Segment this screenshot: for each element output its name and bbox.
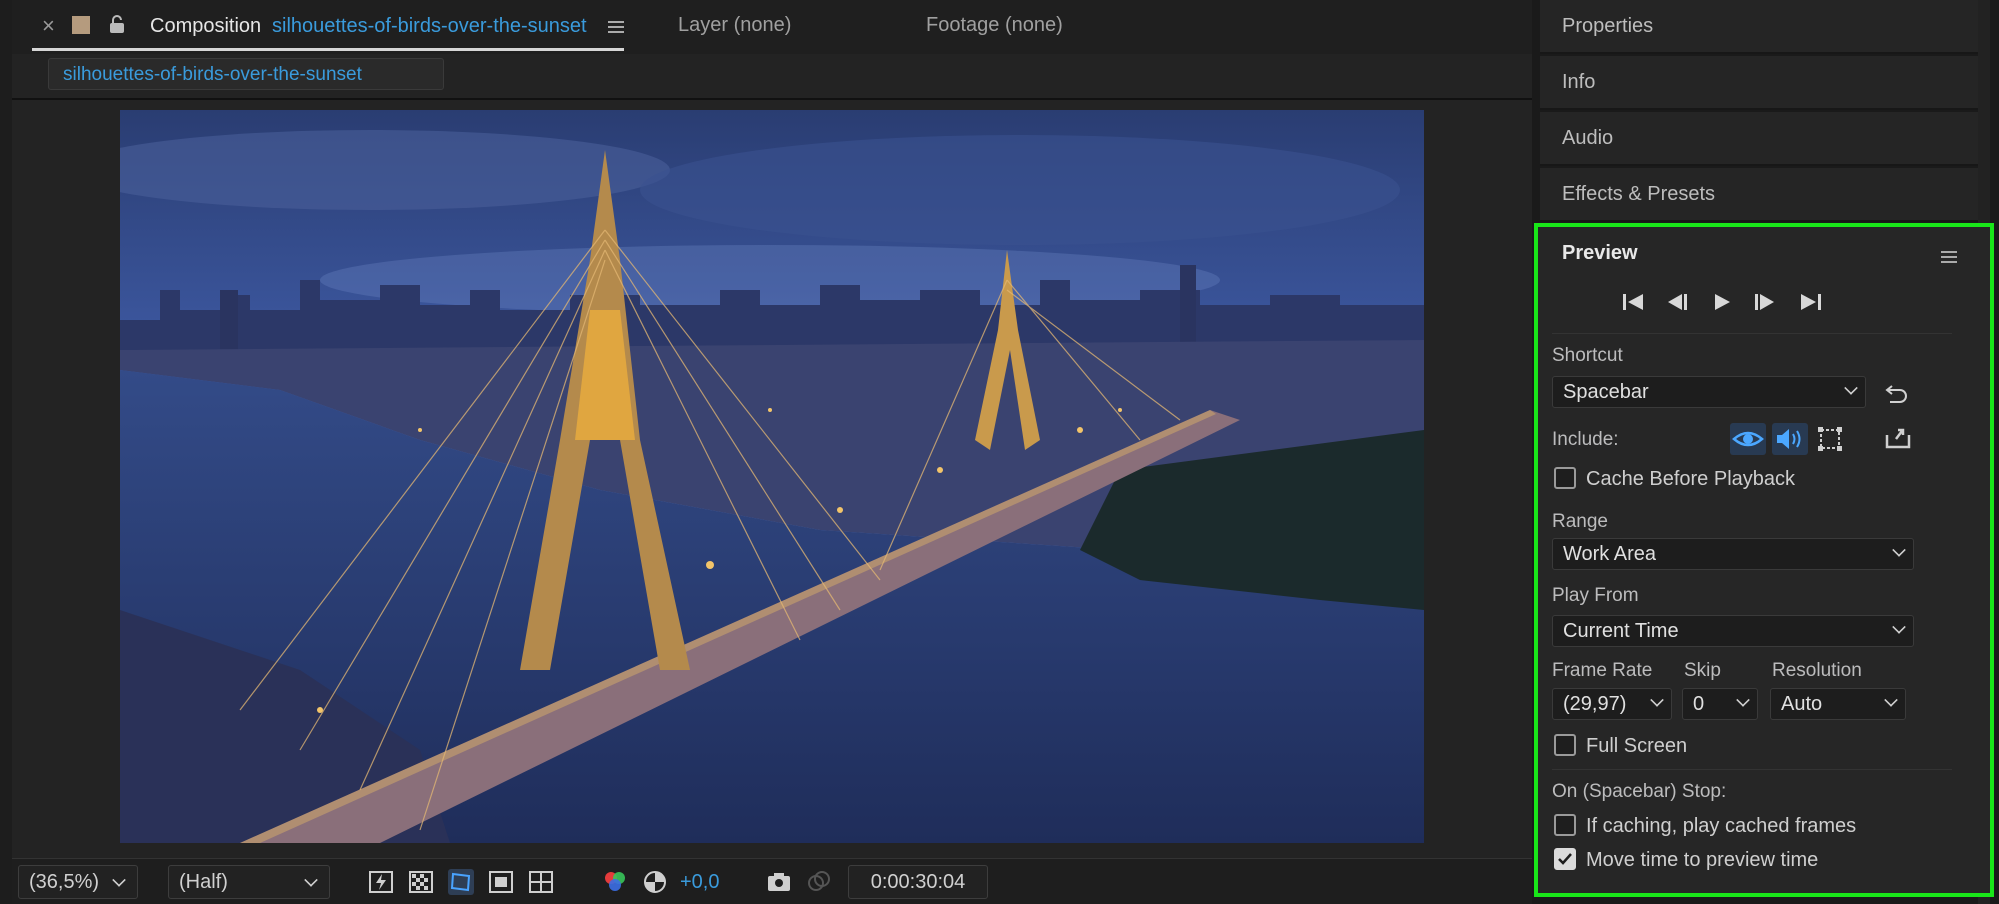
resolution-value: (Half)	[179, 871, 228, 893]
full-screen-checkbox[interactable]	[1554, 734, 1576, 756]
move-time-checkbox[interactable]	[1554, 848, 1576, 870]
composition-subtab[interactable]: silhouettes-of-birds-over-the-sunset	[48, 58, 444, 90]
composition-tab-label: Composition	[150, 15, 262, 37]
play-icon[interactable]	[1712, 292, 1732, 312]
panel-label: Info	[1562, 71, 1596, 93]
shortcut-value: Spacebar	[1563, 381, 1649, 403]
panel-info[interactable]: Info	[1540, 56, 1980, 110]
chevron-down-icon	[1844, 381, 1858, 395]
chevron-down-icon	[112, 873, 126, 887]
play-from-value: Current Time	[1563, 620, 1679, 642]
divider	[1552, 333, 1952, 334]
cache-before-playback-checkbox[interactable]	[1554, 467, 1576, 489]
close-icon[interactable]: ×	[42, 13, 55, 39]
chevron-down-icon	[1650, 693, 1664, 707]
app-window: × Composition silhouettes-of-birds-over-…	[0, 0, 1999, 904]
magnification-value: (36,5%)	[29, 871, 100, 893]
exposure-value[interactable]: +0,0	[680, 871, 719, 894]
on-stop-label: On (Spacebar) Stop:	[1552, 781, 1727, 802]
include-overlays-icon[interactable]	[1816, 425, 1844, 453]
range-label: Range	[1552, 511, 1608, 532]
last-frame-icon[interactable]	[1800, 292, 1822, 312]
play-from-dropdown[interactable]: Current Time	[1552, 615, 1914, 647]
tab-layer[interactable]: Layer (none)	[678, 14, 791, 37]
divider	[1552, 769, 1952, 770]
chevron-down-icon	[1892, 620, 1906, 634]
chevron-down-icon	[1892, 543, 1906, 557]
magnification-dropdown[interactable]: (36,5%)	[18, 865, 138, 899]
preview-panel: Preview Shortcut Spacebar Include: Cache…	[1534, 223, 1994, 897]
panel-label: Properties	[1562, 15, 1654, 37]
panel-label: Effects & Presets	[1562, 183, 1716, 205]
viewer-toolbar: (36,5%) (Half) +0,0 0:00:30:04	[12, 858, 1532, 904]
panel-properties[interactable]: Properties	[1540, 0, 1980, 54]
channels-icon[interactable]	[602, 869, 628, 895]
transparency-grid-icon[interactable]	[408, 869, 434, 895]
lock-icon[interactable]	[108, 14, 126, 34]
chevron-down-icon	[1736, 693, 1750, 707]
move-time-label: Move time to preview time	[1586, 849, 1819, 871]
full-screen-label: Full Screen	[1586, 735, 1688, 757]
resolution-dropdown[interactable]: (Half)	[168, 865, 330, 899]
frame-rate-dropdown[interactable]: (29,97)	[1552, 688, 1672, 720]
include-video-icon[interactable]	[1730, 423, 1766, 455]
reset-icon[interactable]	[1884, 382, 1910, 404]
grid-guides-icon[interactable]	[528, 869, 554, 895]
panel-audio[interactable]: Audio	[1540, 112, 1980, 166]
play-from-label: Play From	[1552, 585, 1639, 606]
fast-previews-icon[interactable]	[368, 869, 394, 895]
frame-rate-label: Frame Rate	[1552, 660, 1653, 681]
range-value: Work Area	[1563, 543, 1656, 565]
tab-footage[interactable]: Footage (none)	[926, 14, 1063, 37]
snapshot-icon[interactable]	[766, 869, 792, 895]
panel-label: Audio	[1562, 127, 1614, 149]
divider	[12, 98, 1532, 100]
tab-composition[interactable]: × Composition silhouettes-of-birds-over-…	[32, 0, 624, 51]
frame-rate-value: (29,97)	[1563, 693, 1627, 715]
preview-title: Preview	[1562, 242, 1638, 264]
if-caching-label: If caching, play cached frames	[1586, 815, 1857, 837]
panel-menu-icon[interactable]	[1941, 250, 1957, 264]
checkmark-icon	[1558, 853, 1572, 865]
first-frame-icon[interactable]	[1622, 292, 1644, 312]
previous-frame-icon[interactable]	[1666, 292, 1688, 312]
shortcut-label: Shortcut	[1552, 345, 1623, 366]
if-caching-checkbox[interactable]	[1554, 814, 1576, 836]
next-frame-icon[interactable]	[1754, 292, 1776, 312]
composition-tab-bar: × Composition silhouettes-of-birds-over-…	[12, 0, 1532, 54]
video-frame	[120, 110, 1424, 843]
composition-panel: × Composition silhouettes-of-birds-over-…	[12, 0, 1532, 904]
include-label: Include:	[1552, 429, 1619, 450]
panel-effects-presets[interactable]: Effects & Presets	[1540, 168, 1980, 222]
resolution-label: Resolution	[1772, 660, 1862, 681]
shortcut-dropdown[interactable]: Spacebar	[1552, 376, 1866, 408]
show-snapshot-icon[interactable]	[806, 869, 832, 895]
skip-label: Skip	[1684, 660, 1721, 681]
skip-dropdown[interactable]: 0	[1682, 688, 1758, 720]
region-of-interest-icon[interactable]	[488, 869, 514, 895]
composition-viewer[interactable]	[120, 110, 1424, 843]
cache-before-playback-label: Cache Before Playback	[1586, 468, 1796, 490]
composition-name: silhouettes-of-birds-over-the-sunset	[272, 15, 587, 37]
reset-exposure-icon[interactable]	[642, 869, 668, 895]
range-dropdown[interactable]: Work Area	[1552, 538, 1914, 570]
chevron-down-icon	[304, 873, 318, 887]
composition-color-swatch	[72, 16, 90, 34]
chevron-down-icon	[1884, 693, 1898, 707]
current-time-display[interactable]: 0:00:30:04	[848, 865, 988, 899]
panel-menu-icon[interactable]	[608, 20, 624, 34]
resolution-dropdown[interactable]: Auto	[1770, 688, 1906, 720]
mask-visibility-icon[interactable]	[448, 869, 474, 895]
timecode: 0:00:30:04	[870, 871, 966, 893]
include-audio-icon[interactable]	[1772, 423, 1808, 455]
resolution-value: Auto	[1781, 693, 1823, 715]
skip-value: 0	[1693, 693, 1705, 715]
export-icon[interactable]	[1884, 425, 1912, 451]
